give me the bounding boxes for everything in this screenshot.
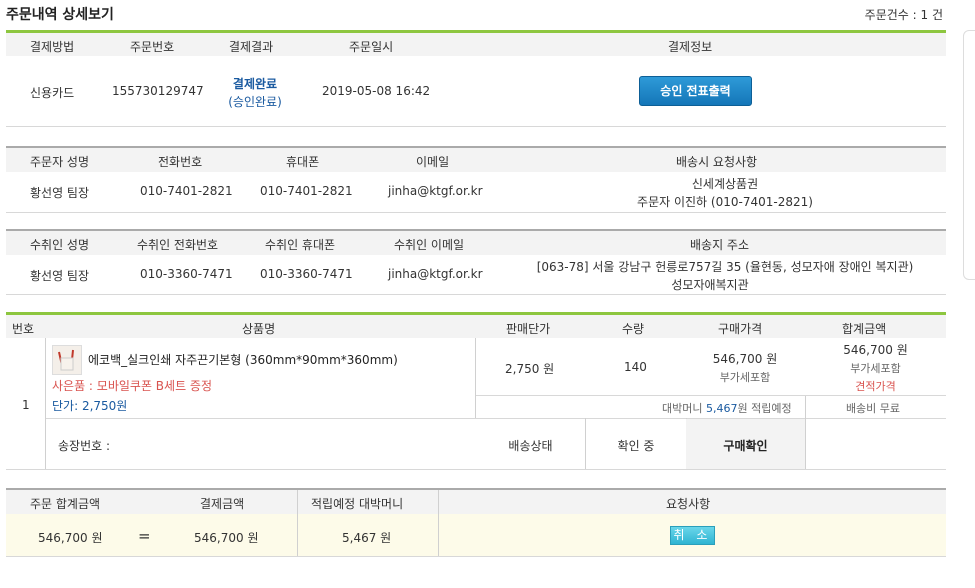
orderer-name: 황선영 팀장: [30, 186, 90, 200]
shipping-status: 배송상태: [508, 439, 553, 453]
pay-method: 신용카드: [30, 86, 75, 100]
header-qty: 수량: [622, 322, 645, 336]
product-size: (360mm*90mm*360mm): [245, 353, 398, 367]
address-line2: 성모자애복지관: [671, 278, 749, 292]
recipient-header: 수취인 성명 수취인 전화번호 수취인 휴대폰 수취인 이메일 배송지 주소: [6, 229, 946, 255]
delivery-request-line1: 신세계상품권: [691, 177, 759, 191]
points-amount: 5,467 원: [342, 531, 392, 545]
header-points: 적립예정 대박머니: [311, 497, 404, 511]
points-value: 5,467: [705, 402, 738, 415]
header-recipient-name: 수취인 성명: [30, 238, 90, 252]
pay-result-status: 결제완료: [232, 77, 278, 91]
order-number: 155730129747: [112, 84, 204, 98]
header-orderer-phone: 전화번호: [158, 155, 203, 169]
equals-sign: =: [138, 527, 151, 545]
header-orderer-name: 주문자 성명: [30, 155, 90, 169]
points-prefix: 대박머니: [662, 402, 703, 415]
product-thumbnail: [52, 345, 82, 375]
address-line1: [063-78] 서울 강남구 헌릉로757길 35 (율현동, 성모자애 장애…: [536, 260, 914, 274]
orderer-phone: 010-7401-2821: [140, 184, 233, 198]
item-price: 2,750 원: [505, 362, 555, 376]
recipient-phone: 010-3360-7471: [140, 267, 233, 281]
recipient-email: jinha@ktgf.or.kr: [388, 267, 483, 281]
recipient-mobile: 010-3360-7471: [260, 267, 353, 281]
header-item-name: 상품명: [242, 322, 276, 336]
header-delivery-request: 배송시 요청사항: [676, 155, 758, 169]
unit-price-label: 단가: 2,750원: [52, 399, 128, 413]
header-recipient-email: 수취인 이메일: [394, 238, 465, 252]
delivery-request-line2: 주문자 이진하 (010-7401-2821): [637, 195, 813, 209]
header-pay-info: 결제정보: [668, 40, 713, 54]
shipping-fee: 배송비 무료: [845, 402, 901, 415]
print-receipt-button[interactable]: 승인 전표출력: [639, 76, 752, 106]
order-total-amount: 546,700 원: [38, 531, 103, 545]
header-order-no: 주문번호: [130, 40, 175, 54]
cancel-button[interactable]: 취 소: [670, 526, 715, 545]
item-total: 546,700 원: [843, 343, 908, 357]
header-order-total: 주문 합계금액: [30, 497, 101, 511]
totals-header: 주문 합계금액 결제금액 적립예정 대박머니 요청사항: [6, 488, 946, 514]
header-unit-price: 판매단가: [506, 322, 551, 336]
quote-price-link[interactable]: 견적가격: [818, 378, 933, 394]
payment-header: 결제방법 주문번호 결제결과 주문일시 결제정보: [6, 30, 946, 56]
header-purchase-price: 구매가격: [718, 322, 763, 336]
points-suffix: 원 적립예정: [737, 402, 792, 415]
header-order-date: 주문일시: [349, 40, 394, 54]
side-panel[interactable]: [963, 30, 975, 280]
gift-info: 사은품 : 모바일쿠폰 B세트 증정: [52, 379, 213, 393]
header-item-no: 번호: [12, 322, 35, 336]
orderer-header: 주문자 성명 전화번호 휴대폰 이메일 배송시 요청사항: [6, 146, 946, 172]
header-paid-amount: 결제금액: [200, 497, 245, 511]
paid-amount: 546,700 원: [194, 531, 259, 545]
tracking-label: 송장번호 :: [58, 439, 111, 453]
order-date: 2019-05-08 16:42: [322, 84, 431, 98]
header-address: 배송지 주소: [690, 238, 750, 252]
header-recipient-mobile: 수취인 휴대폰: [265, 238, 336, 252]
product-name[interactable]: 에코백_실크인쇄 자주끈기본형: [88, 353, 241, 367]
header-requests: 요청사항: [666, 497, 711, 511]
checking-status: 확인 중: [617, 439, 655, 453]
header-orderer-mobile: 휴대폰: [286, 155, 320, 169]
order-count: 주문건수 : 1 건: [864, 8, 943, 22]
header-recipient-phone: 수취인 전화번호: [137, 238, 219, 252]
header-total-amount: 합계금액: [842, 322, 887, 336]
header-pay-result: 결제결과: [229, 40, 274, 54]
page-title: 주문내역 상세보기: [6, 7, 114, 23]
item-purchase: 546,700 원: [712, 352, 778, 366]
item-purchase-note: 부가세포함: [719, 371, 771, 384]
pay-result: 결제완료 (승인완료): [220, 75, 290, 111]
items-header: 번호 상품명 판매단가 수량 구매가격 합계금액: [6, 312, 946, 338]
pay-result-sub: (승인완료): [228, 95, 282, 109]
orderer-mobile: 010-7401-2821: [260, 184, 353, 198]
purchase-confirm-button[interactable]: 구매확인: [686, 437, 805, 454]
header-orderer-email: 이메일: [416, 155, 450, 169]
item-no: 1: [22, 398, 30, 412]
header-pay-method: 결제방법: [30, 40, 75, 54]
orderer-email: jinha@ktgf.or.kr: [388, 184, 483, 198]
item-qty: 140: [624, 360, 647, 374]
recipient-name: 황선영 팀장: [30, 269, 90, 283]
item-total-note: 부가세포함: [850, 362, 901, 375]
points-info: 대박머니 5,467원 적립예정: [662, 400, 792, 416]
